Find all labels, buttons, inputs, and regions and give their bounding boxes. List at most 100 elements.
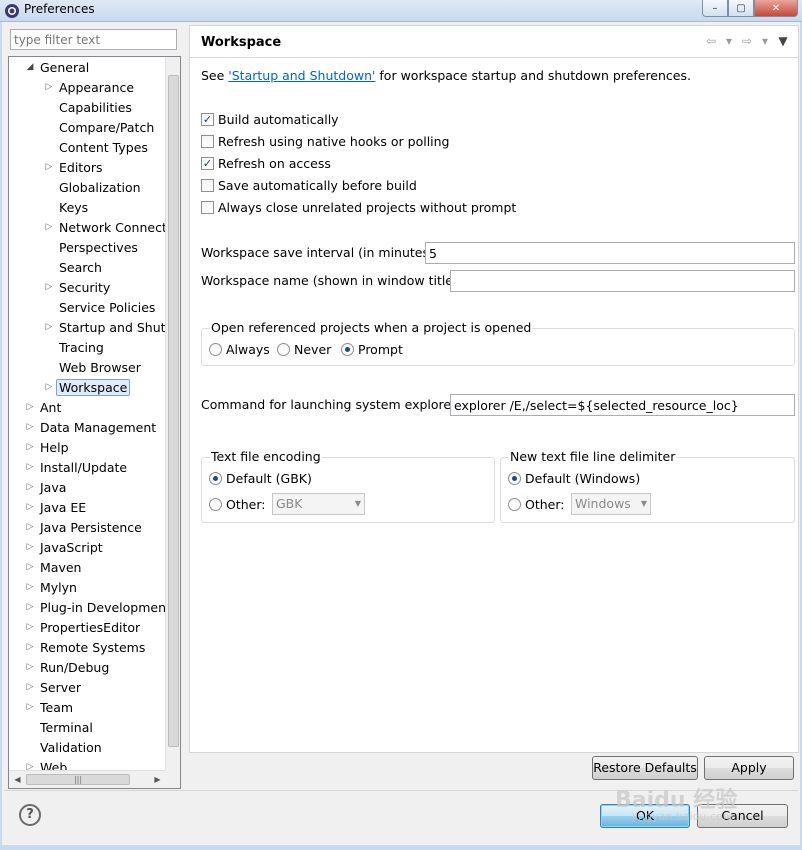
tree-item[interactable]: ▷ Data Management	[9, 417, 167, 437]
tree-item[interactable]: Perspectives	[9, 237, 167, 257]
expand-icon[interactable]: ▷	[42, 160, 56, 174]
forward-arrow-icon[interactable]: ⇨	[740, 34, 754, 48]
encoding-other-option[interactable]: Other:	[209, 497, 265, 512]
expand-icon[interactable]: ▷	[23, 500, 37, 514]
tree-item[interactable]: ▷ JavaScript	[9, 537, 167, 557]
tree-item[interactable]: ▷ Team	[9, 697, 167, 717]
tree-item[interactable]: ◢ General	[9, 57, 167, 77]
expand-icon[interactable]: ▷	[23, 620, 37, 634]
encoding-combo[interactable]: GBK ▼	[272, 493, 365, 515]
tree-item[interactable]: ▷ Editors	[9, 157, 167, 177]
tree-item[interactable]: ▷ Mylyn	[9, 577, 167, 597]
tree-item[interactable]: Tracing	[9, 337, 167, 357]
expand-icon[interactable]: ▷	[42, 280, 56, 294]
expand-icon[interactable]: ▷	[42, 220, 56, 234]
expand-icon[interactable]: ▷	[23, 660, 37, 674]
restore-defaults-button[interactable]: Restore Defaults	[592, 756, 698, 780]
delimiter-other-option[interactable]: Other:	[508, 497, 564, 512]
tree-item[interactable]: Content Types	[9, 137, 167, 157]
expand-icon[interactable]: ▷	[23, 540, 37, 554]
tree-item[interactable]: Web Browser	[9, 357, 167, 377]
tree-item[interactable]: ▷ Help	[9, 437, 167, 457]
tree-item[interactable]: ▷ Maven	[9, 557, 167, 577]
tree-item[interactable]: ▷ Appearance	[9, 77, 167, 97]
option-checkbox-row[interactable]: ✓ Build automatically	[201, 110, 339, 128]
tree-item[interactable]: ▷ Java EE	[9, 497, 167, 517]
encoding-default-option[interactable]: Default (GBK)	[209, 471, 312, 486]
expand-icon[interactable]: ▷	[23, 460, 37, 474]
tree-item[interactable]: ▷ Remote Systems	[9, 637, 167, 657]
view-menu-icon[interactable]: ▼	[776, 34, 790, 48]
workspace-name-field[interactable]	[450, 270, 795, 292]
explorer-command-field[interactable]	[450, 394, 795, 416]
option-checkbox-row[interactable]: Refresh using native hooks or polling	[201, 132, 450, 150]
vertical-scroll-thumb[interactable]	[168, 75, 179, 747]
unchecked-checkbox[interactable]	[201, 178, 214, 192]
expand-icon[interactable]: ▷	[23, 640, 37, 654]
encoding-other-radio[interactable]	[209, 498, 222, 511]
expand-icon[interactable]: ▷	[23, 480, 37, 494]
unchecked-checkbox[interactable]	[201, 134, 214, 148]
tree-horizontal-scrollbar[interactable]: ◀ ||| ▶	[9, 770, 167, 788]
scroll-right-icon[interactable]: ▶	[150, 772, 165, 787]
tree-item[interactable]: ▷ Workspace	[9, 377, 167, 397]
expand-icon[interactable]: ▷	[23, 760, 37, 770]
tree-item[interactable]: Validation	[9, 737, 167, 757]
tree-vertical-scrollbar[interactable]	[165, 57, 180, 770]
startup-shutdown-link[interactable]: 'Startup and Shutdown'	[228, 68, 375, 83]
expand-icon[interactable]: ▷	[23, 400, 37, 414]
horizontal-scroll-thumb[interactable]: |||	[26, 774, 130, 785]
checked-checkbox[interactable]: ✓	[201, 112, 214, 126]
back-arrow-icon[interactable]: ⇦	[704, 34, 718, 48]
tree-item[interactable]: Terminal	[9, 717, 167, 737]
option-checkbox-row[interactable]: Always close unrelated projects without …	[201, 198, 516, 216]
tree-item[interactable]: ▷ Server	[9, 677, 167, 697]
expand-icon[interactable]: ▷	[23, 680, 37, 694]
expand-icon[interactable]: ▷	[23, 520, 37, 534]
help-icon[interactable]: ?	[19, 804, 41, 826]
delimiter-other-radio[interactable]	[508, 498, 521, 511]
tree-item[interactable]: ▷Startup and Shutdo	[9, 317, 167, 337]
tree-item[interactable]: ▷ Java Persistence	[9, 517, 167, 537]
tree-item[interactable]: ▷ Ant	[9, 397, 167, 417]
scroll-left-icon[interactable]: ◀	[10, 772, 25, 787]
expand-icon[interactable]: ▷	[42, 380, 56, 394]
collapse-icon[interactable]: ◢	[23, 60, 37, 74]
expand-icon[interactable]: ▷	[23, 440, 37, 454]
open-referenced-option[interactable]: Never	[277, 342, 331, 357]
tree-item[interactable]: ▷ Plug-in Development	[9, 597, 167, 617]
delimiter-default-radio[interactable]	[508, 472, 521, 485]
expand-icon[interactable]: ▷	[42, 320, 56, 334]
tree-item[interactable]: ▷ Install/Update	[9, 457, 167, 477]
open-referenced-option[interactable]: Prompt	[341, 342, 403, 357]
delimiter-combo[interactable]: Windows ▼	[571, 493, 651, 515]
back-menu-icon[interactable]: ▾	[722, 34, 736, 48]
expand-icon[interactable]: ▷	[42, 80, 56, 94]
apply-button[interactable]: Apply	[704, 756, 794, 780]
delimiter-default-option[interactable]: Default (Windows)	[508, 471, 640, 486]
tree-item[interactable]: Keys	[9, 197, 167, 217]
close-button[interactable]: ✕	[754, 0, 798, 17]
selected-radio[interactable]	[341, 343, 354, 356]
option-checkbox-row[interactable]: Save automatically before build	[201, 176, 417, 194]
tree-item[interactable]: Compare/Patch	[9, 117, 167, 137]
tree-item[interactable]: Capabilities	[9, 97, 167, 117]
radio[interactable]	[209, 343, 222, 356]
unchecked-checkbox[interactable]	[201, 200, 214, 214]
forward-menu-icon[interactable]: ▾	[758, 34, 772, 48]
maximize-button[interactable]: ▢	[728, 0, 754, 17]
tree-item[interactable]: Globalization	[9, 177, 167, 197]
tree-item[interactable]: ▷ Run/Debug	[9, 657, 167, 677]
tree-item[interactable]: ▷ Java	[9, 477, 167, 497]
expand-icon[interactable]: ▷	[23, 420, 37, 434]
tree-item[interactable]: Search	[9, 257, 167, 277]
expand-icon[interactable]: ▷	[23, 580, 37, 594]
expand-icon[interactable]: ▷	[23, 600, 37, 614]
encoding-default-radio[interactable]	[209, 472, 222, 485]
filter-input[interactable]	[10, 29, 177, 50]
tree-item[interactable]: ▷ Web	[9, 757, 167, 771]
tree-item[interactable]: ▷ Security	[9, 277, 167, 297]
open-referenced-option[interactable]: Always	[209, 342, 270, 357]
minimize-button[interactable]: –	[702, 0, 728, 17]
option-checkbox-row[interactable]: ✓ Refresh on access	[201, 154, 331, 172]
